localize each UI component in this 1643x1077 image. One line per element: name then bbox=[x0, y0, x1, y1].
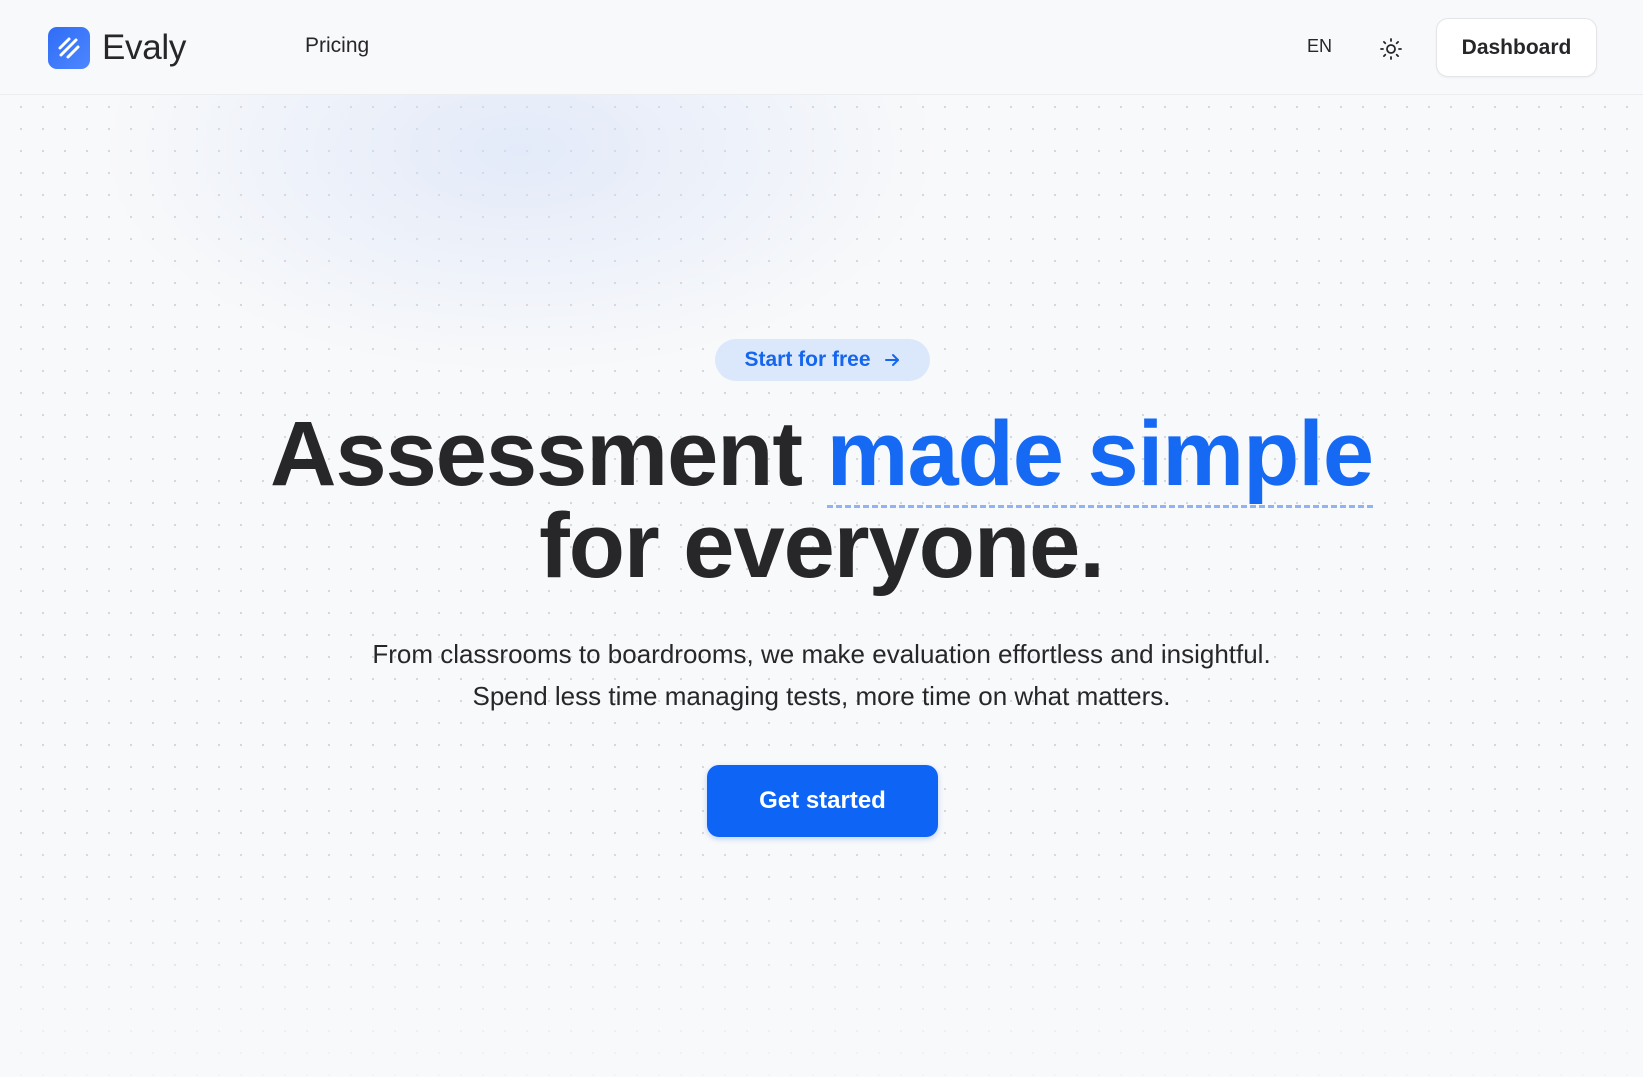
hero-subtitle: From classrooms to boardrooms, we make e… bbox=[0, 633, 1643, 717]
start-for-free-pill[interactable]: Start for free bbox=[715, 339, 930, 381]
hero-headline: Assessment made simple for everyone. bbox=[0, 403, 1643, 597]
brand-name: Evaly bbox=[102, 28, 187, 67]
headline-accent: made simple bbox=[826, 403, 1374, 508]
get-started-button[interactable]: Get started bbox=[707, 765, 938, 837]
brand-link[interactable]: Evaly bbox=[48, 27, 186, 69]
language-selector[interactable]: EN bbox=[1307, 36, 1332, 57]
evaly-logo-icon bbox=[48, 27, 90, 69]
arrow-right-icon bbox=[884, 354, 899, 366]
dashboard-button[interactable]: Dashboard bbox=[1436, 18, 1597, 77]
headline-part1: Assessment bbox=[270, 403, 827, 505]
theme-toggle-button[interactable] bbox=[1378, 36, 1404, 62]
sun-icon bbox=[1380, 38, 1402, 60]
background-fade bbox=[0, 837, 1643, 1077]
subtitle-line1: From classrooms to boardrooms, we make e… bbox=[372, 639, 1271, 669]
subtitle-line2: Spend less time managing tests, more tim… bbox=[472, 681, 1171, 711]
nav-link-pricing[interactable]: Pricing bbox=[305, 34, 369, 58]
headline-line2: for everyone. bbox=[539, 495, 1105, 597]
top-navbar: Evaly Pricing EN Dashboard bbox=[0, 0, 1643, 95]
start-for-free-label: Start for free bbox=[744, 348, 871, 371]
